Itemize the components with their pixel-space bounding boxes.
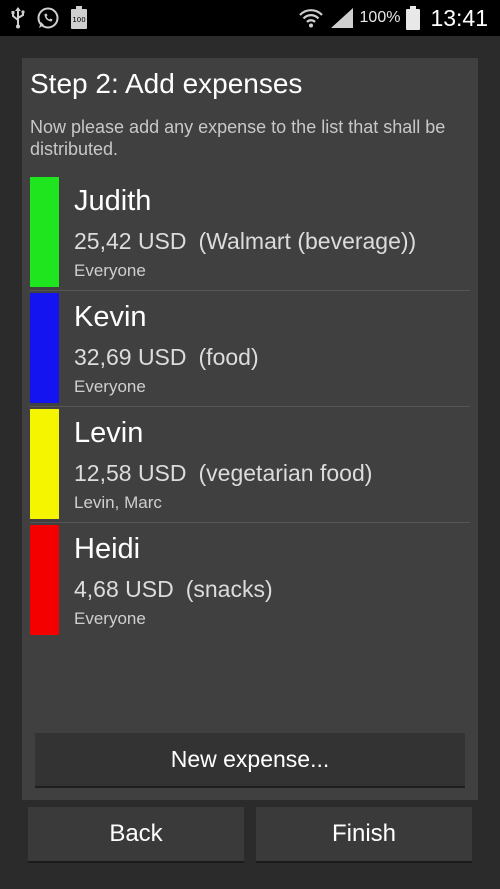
new-expense-button[interactable]: New expense...	[35, 733, 465, 788]
person-color-bar	[30, 293, 59, 403]
expense-note: (food)	[198, 344, 259, 370]
battery-icon	[406, 6, 421, 30]
expense-item[interactable]: Judith 25,42 USD (Walmart (beverage)) Eve…	[30, 175, 470, 291]
battery-percent: 100%	[359, 9, 401, 26]
system-icons: 100% 13:41	[292, 4, 488, 32]
expense-amount-line: 25,42 USD (Walmart (beverage))	[74, 228, 416, 255]
expense-participants: Everyone	[74, 377, 146, 396]
expense-amount-line: 4,68 USD (snacks)	[74, 576, 273, 603]
svg-text:100: 100	[72, 16, 85, 24]
expense-payer: Heidi	[74, 533, 141, 565]
usb-icon	[10, 7, 26, 29]
expense-payer: Levin	[74, 417, 144, 449]
expense-participants: Everyone	[74, 261, 146, 280]
expense-payer: Kevin	[74, 301, 147, 333]
whatsapp-icon	[36, 6, 60, 30]
expense-participants: Levin, Marc	[74, 493, 162, 512]
expenses-panel: Step 2: Add expenses Now please add any …	[22, 58, 478, 800]
person-color-bar	[30, 525, 59, 635]
expense-amount: 25,42 USD	[74, 228, 187, 254]
expense-amount: 12,58 USD	[74, 460, 187, 486]
back-button[interactable]: Back	[28, 807, 244, 863]
clock: 13:41	[430, 4, 488, 31]
person-color-bar	[30, 409, 59, 519]
finish-button[interactable]: Finish	[256, 807, 472, 863]
page-title: Step 2: Add expenses	[30, 68, 303, 99]
expense-item[interactable]: Kevin 32,69 USD (food) Everyone	[30, 291, 470, 407]
navigation-buttons: Back Finish	[28, 807, 472, 863]
person-color-bar	[30, 177, 59, 287]
expense-amount-line: 12,58 USD (vegetarian food)	[74, 460, 372, 487]
expense-participants: Everyone	[74, 609, 146, 628]
signal-icon	[330, 7, 354, 29]
expense-note: (vegetarian food)	[198, 460, 373, 486]
expense-amount-line: 32,69 USD (food)	[74, 344, 259, 371]
expense-item[interactable]: Heidi 4,68 USD (snacks) Everyone	[30, 523, 470, 638]
expense-item[interactable]: Levin 12,58 USD (vegetarian food) Levin, …	[30, 407, 470, 523]
expense-note: (Walmart (beverage))	[198, 228, 417, 254]
expense-list: Judith 25,42 USD (Walmart (beverage)) Eve…	[30, 175, 470, 638]
notification-icons: 100	[10, 4, 98, 32]
status-bar: 100 100% 13:41	[0, 0, 500, 36]
battery-small-icon: 100	[70, 6, 88, 30]
page-description: Now please add any expense to the list t…	[30, 117, 446, 159]
expense-payer: Judith	[74, 185, 152, 217]
wifi-icon	[298, 7, 324, 29]
expense-amount: 4,68 USD	[74, 576, 174, 602]
expense-note: (snacks)	[185, 576, 273, 602]
expense-amount: 32,69 USD	[74, 344, 187, 370]
